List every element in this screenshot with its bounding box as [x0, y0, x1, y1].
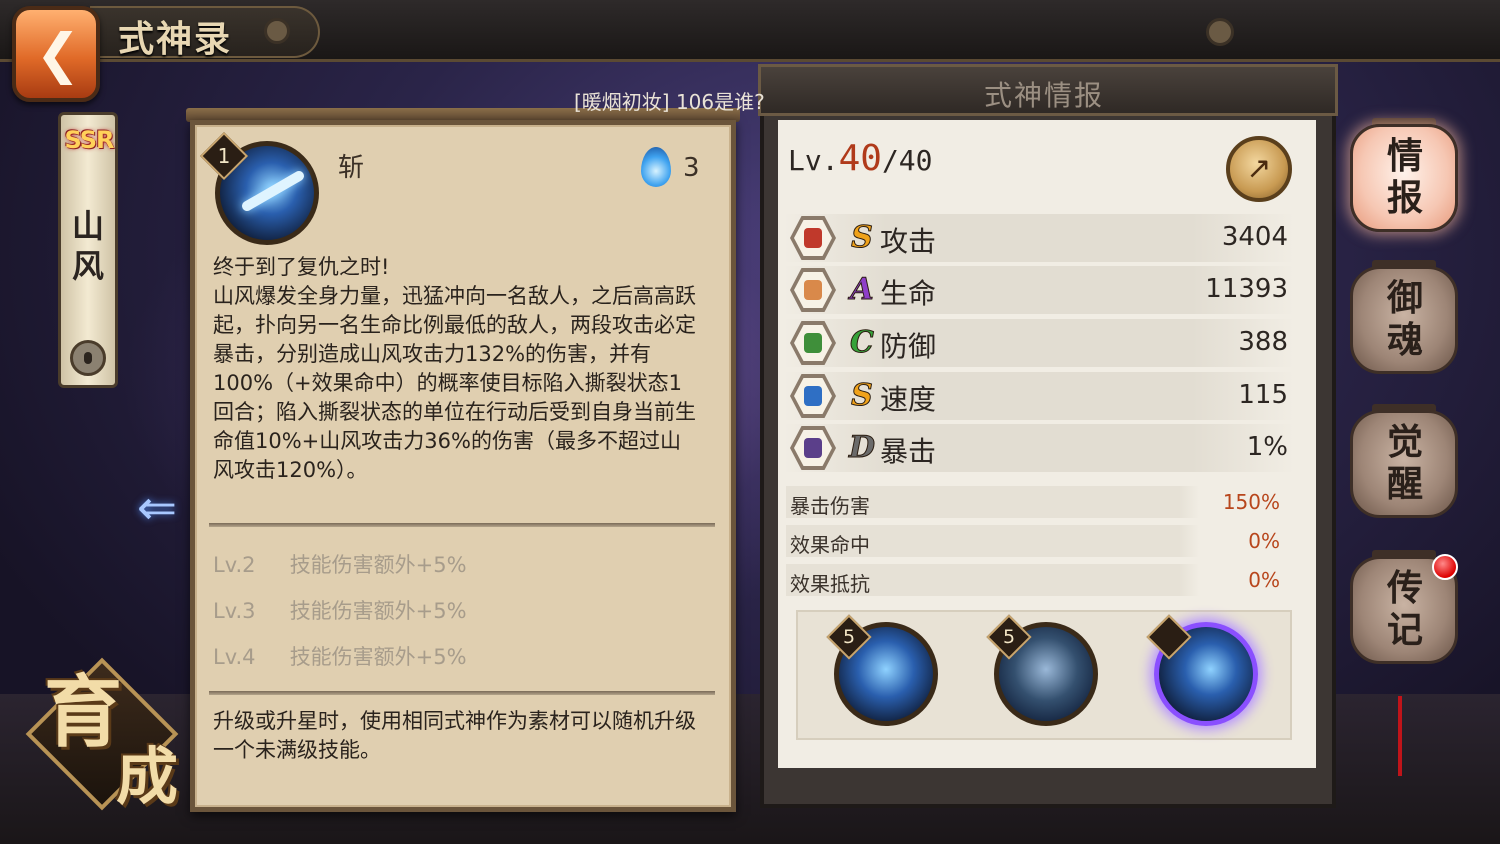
- stat-value: 388: [1238, 327, 1288, 357]
- back-button[interactable]: ❮: [12, 6, 100, 102]
- skill-slot-level: 5: [842, 626, 856, 648]
- skill-name: 斩: [338, 153, 365, 183]
- nurture-label-1: 育: [44, 667, 123, 758]
- sub-stat-name: 效果抵抗: [790, 572, 870, 596]
- skill-slot-level: 5: [1002, 626, 1016, 648]
- stat-row-hp: A 生命 11393: [784, 266, 1294, 314]
- lantern-tassel: [1398, 696, 1402, 776]
- announcement-marquee: [暖烟初妆] 106是谁?: [574, 90, 765, 114]
- sub-stat-row: 效果命中 0%: [786, 525, 1290, 557]
- upgrade-level: Lv.3: [213, 599, 256, 623]
- level-max: /40: [881, 144, 933, 177]
- upgrade-text: 技能伤害额外+5%: [289, 553, 467, 577]
- upgrade-text: 技能伤害额外+5%: [289, 599, 467, 623]
- lock-icon[interactable]: [70, 340, 106, 376]
- back-arrow-icon: ❮: [35, 22, 81, 85]
- stat-grade: A: [850, 272, 874, 308]
- nurture-button[interactable]: 育 成: [14, 650, 192, 813]
- skill-slot-3[interactable]: [1146, 614, 1258, 726]
- upgrade-level: Lv.4: [213, 645, 256, 669]
- stat-row-attack: S 攻击 3404: [784, 214, 1294, 262]
- scroll-icon: [790, 268, 836, 312]
- stat-name: 暴击: [880, 435, 937, 468]
- sub-stat-name: 效果命中: [790, 533, 870, 557]
- divider: [209, 691, 715, 695]
- frame-knob-icon: [1206, 18, 1234, 46]
- previous-arrow-icon[interactable]: ⇐: [126, 484, 188, 532]
- skill-slot-1[interactable]: 5: [826, 614, 938, 726]
- upgrade-level: Lv.2: [213, 553, 256, 577]
- notification-dot-icon: [1432, 554, 1458, 580]
- stat-value: 3404: [1221, 222, 1288, 252]
- talisman-icon: [790, 426, 836, 470]
- upgrade-text: 技能伤害额外+5%: [289, 645, 467, 669]
- level-current: 40: [838, 138, 882, 179]
- sub-stat-name: 暴击伤害: [790, 494, 870, 518]
- orb-cost: 3: [683, 153, 700, 183]
- tab-soul-label: 御 魂: [1386, 277, 1423, 361]
- rarity-badge: SSR: [64, 126, 115, 154]
- boot-icon: [790, 374, 836, 418]
- stat-value: 1%: [1246, 432, 1288, 462]
- page-title: 式神录: [118, 18, 233, 60]
- skills-tray: 5 5: [796, 610, 1292, 740]
- stat-grade: D: [848, 430, 875, 466]
- stat-row-defense: C 防御 388: [784, 319, 1294, 367]
- shikigami-name: 山风: [71, 207, 104, 285]
- helmet-icon: [790, 321, 836, 365]
- tab-awaken[interactable]: 觉 醒: [1350, 410, 1458, 518]
- level-display: Lv.40/40: [788, 138, 933, 179]
- stat-name: 攻击: [880, 225, 937, 258]
- upgrade-row: Lv.3 技能伤害额外+5%: [213, 595, 693, 625]
- skill-slot-badge: 5: [986, 614, 1032, 660]
- stat-row-crit: D 暴击 1%: [784, 424, 1294, 472]
- sub-stat-value: 0%: [1248, 529, 1280, 553]
- skill-slot-2[interactable]: 5: [986, 614, 1098, 726]
- sub-stat-value: 0%: [1248, 568, 1280, 592]
- skill-slot-badge: [1146, 614, 1192, 660]
- stat-grade: C: [850, 325, 875, 361]
- ghostfire-orb-icon: [641, 147, 671, 187]
- tab-info-label: 情 报: [1386, 135, 1423, 219]
- skill-description: 终于到了复仇之时! 山风爆发全身力量，迅猛冲向一名敌人，之后高高跃起，扑向另一名…: [213, 255, 696, 482]
- level-prefix: Lv.: [788, 144, 839, 177]
- info-header-title: 式神情报: [984, 79, 1105, 112]
- fan-icon: [790, 216, 836, 260]
- stat-value: 11393: [1205, 274, 1288, 304]
- skill-slot-badge: 5: [826, 614, 872, 660]
- skill-level-value: 1: [217, 144, 231, 168]
- skill-slot-level: [1155, 623, 1183, 651]
- title-knob-icon: [264, 18, 290, 44]
- tab-info[interactable]: 情 报: [1350, 124, 1458, 232]
- skill-upgrade-note: 升级或升星时，使用相同式神作为素材可以随机升级一个未满级技能。: [213, 709, 696, 762]
- tab-awaken-label: 觉 醒: [1386, 421, 1423, 505]
- stat-row-speed: S 速度 115: [784, 372, 1294, 420]
- skill-detail-panel: 1 斩 3 终于到了复仇之时! 山风爆发全身力量，迅猛冲向一名敌人，之后高高跃起…: [190, 120, 736, 812]
- stat-value: 115: [1238, 380, 1288, 410]
- sub-stat-row: 效果抵抗 0%: [786, 564, 1290, 596]
- nurture-label-2: 成: [116, 740, 179, 813]
- tab-soul[interactable]: 御 魂: [1350, 266, 1458, 374]
- sub-stat-value: 150%: [1222, 490, 1280, 514]
- slash-blade-icon: [240, 169, 306, 213]
- sub-stat-row: 暴击伤害 150%: [786, 486, 1290, 518]
- stat-name: 防御: [880, 330, 937, 363]
- stat-name: 速度: [880, 383, 937, 416]
- stat-grade: S: [851, 378, 874, 414]
- upgrade-row: Lv.4 技能伤害额外+5%: [213, 641, 693, 671]
- divider: [209, 523, 715, 527]
- stat-name: 生命: [880, 277, 937, 310]
- stat-grade: S: [851, 220, 874, 256]
- upgrade-row: Lv.2 技能伤害额外+5%: [213, 549, 693, 579]
- info-panel: Lv.40/40 S 攻击 3404 A 生命 11393 C 防御 388 S…: [778, 120, 1316, 768]
- share-button[interactable]: [1226, 136, 1292, 202]
